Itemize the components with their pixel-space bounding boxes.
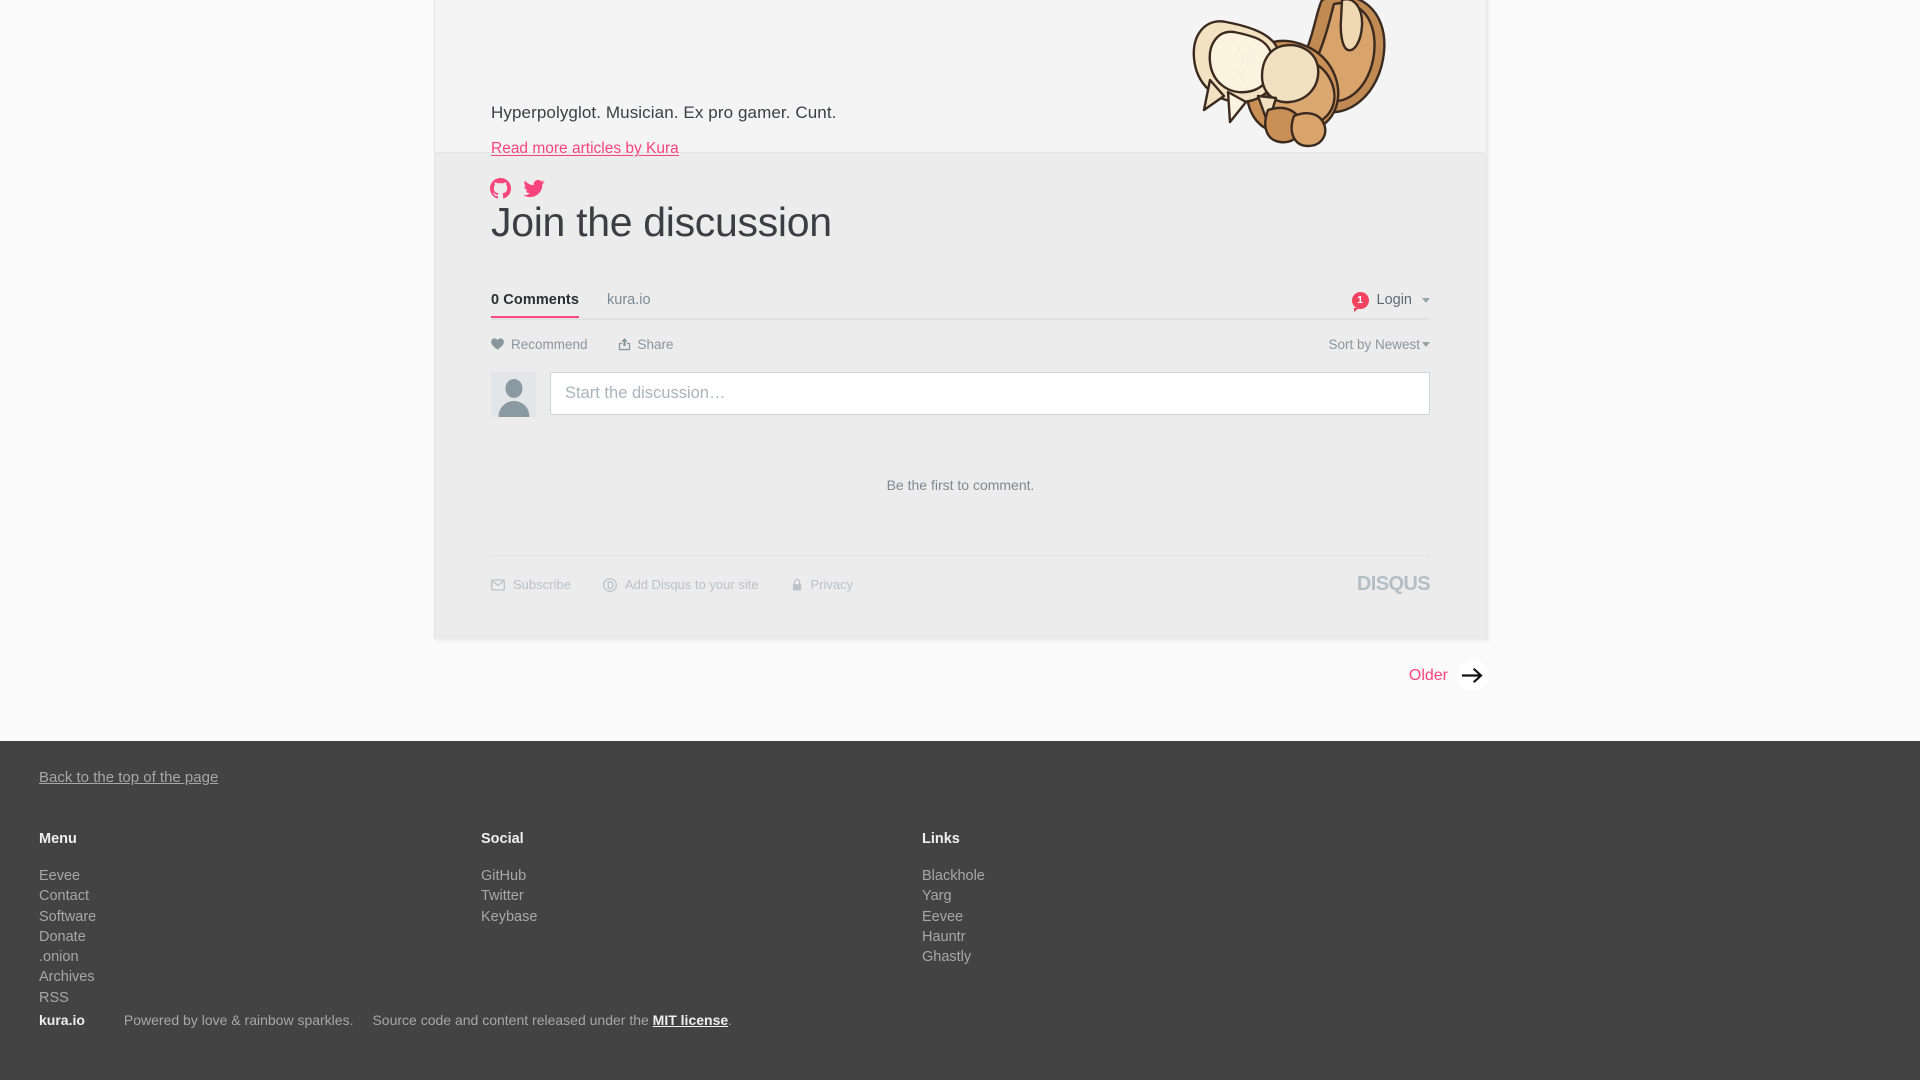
list-item[interactable]: Twitter xyxy=(481,886,922,906)
eevee-illustration xyxy=(1192,0,1386,148)
list-item[interactable]: Yarg xyxy=(922,886,1222,906)
add-disqus-label: Add Disqus to your site xyxy=(624,577,759,592)
heart-icon xyxy=(491,338,504,350)
footer-link-blackhole[interactable]: Blackhole xyxy=(922,868,985,884)
pagination: Older xyxy=(0,660,1920,691)
footer-link-archives[interactable]: Archives xyxy=(39,969,95,985)
subscribe-button[interactable]: Subscribe xyxy=(491,577,571,592)
list-item[interactable]: Donate xyxy=(39,927,481,947)
disqus-footer: Subscribe Add Disqus to your site Privac… xyxy=(491,555,1431,613)
page-root: Hyperpolyglot. Musician. Ex pro gamer. C… xyxy=(0,0,1920,1080)
footer-link-donate[interactable]: Donate xyxy=(39,929,86,945)
footer-tagline: Powered by love & rainbow sparkles. xyxy=(123,1012,354,1028)
footer-link-eevee[interactable]: Eevee xyxy=(922,909,963,925)
comment-input[interactable] xyxy=(550,372,1430,415)
subscribe-label: Subscribe xyxy=(513,577,571,592)
footer-columns: Menu Eevee Contact Software Donate .onio… xyxy=(39,831,1239,1008)
chevron-down-icon xyxy=(1422,341,1430,347)
list-item[interactable]: .onion xyxy=(39,947,481,967)
privacy-label: Privacy xyxy=(810,577,854,592)
footer-link-contact[interactable]: Contact xyxy=(39,888,89,904)
list-item[interactable]: Eevee xyxy=(39,866,481,886)
site-brand: kura.io xyxy=(39,1012,85,1028)
list-item[interactable]: Hauntr xyxy=(922,927,1222,947)
author-social-row xyxy=(490,178,545,199)
envelope-icon xyxy=(491,578,505,591)
login-label: Login xyxy=(1376,292,1412,308)
author-bio: Hyperpolyglot. Musician. Ex pro gamer. C… xyxy=(491,103,837,122)
disqus-logo: DISQUS xyxy=(1356,573,1431,595)
list-item[interactable]: Contact xyxy=(39,886,481,906)
disqus-d-icon xyxy=(602,577,617,592)
list-item[interactable]: Archives xyxy=(39,967,481,987)
empty-state-message: Be the first to comment. xyxy=(886,477,1035,493)
sort-dropdown[interactable]: Sort by Newest xyxy=(1328,337,1430,352)
older-link[interactable] xyxy=(1457,660,1488,691)
privacy-button[interactable]: Privacy xyxy=(791,577,854,592)
footer-column-links: Links Blackhole Yarg Eevee Hauntr Ghastl… xyxy=(922,831,1222,1008)
chevron-down-icon xyxy=(1422,297,1430,303)
footer-link-github[interactable]: GitHub xyxy=(481,868,526,884)
notification-badge: 1 xyxy=(1351,291,1369,312)
footer-heading-social: Social xyxy=(481,831,524,847)
lock-icon xyxy=(792,578,801,590)
footer-column-social: Social GitHub Twitter Keybase xyxy=(481,831,922,1008)
disqus-heading: Join the discussion xyxy=(491,199,832,245)
footer-link-twitter[interactable]: Twitter xyxy=(481,888,524,904)
github-icon[interactable] xyxy=(490,178,511,199)
tab-comments[interactable]: 0 Comments xyxy=(491,292,580,318)
site-footer: Back to the top of the page Menu Eevee C… xyxy=(0,741,1920,1080)
footer-link-yarg[interactable]: Yarg xyxy=(922,888,952,904)
footer-link-eevee[interactable]: Eevee xyxy=(39,868,80,884)
disqus-tabbar: 0 Comments kura.io 1 Login xyxy=(491,290,1430,320)
footer-list-social: GitHub Twitter Keybase xyxy=(481,866,922,927)
avatar xyxy=(491,372,536,417)
footer-column-menu: Menu Eevee Contact Software Donate .onio… xyxy=(39,831,481,1008)
footer-heading-menu: Menu xyxy=(39,831,77,847)
list-item[interactable]: Software xyxy=(39,907,481,927)
footer-link-rss[interactable]: RSS xyxy=(39,990,69,1006)
twitter-icon[interactable] xyxy=(523,178,545,199)
read-more-articles-link[interactable]: Read more articles by Kura xyxy=(491,140,679,158)
list-item[interactable]: Keybase xyxy=(481,907,922,927)
footer-heading-links: Links xyxy=(922,831,960,847)
login-button[interactable]: 1 Login xyxy=(1351,291,1430,317)
back-to-top-link[interactable]: Back to the top of the page xyxy=(39,769,218,786)
disqus-widget: Join the discussion 0 Comments kura.io 1… xyxy=(435,152,1486,639)
list-item[interactable]: GitHub xyxy=(481,866,922,886)
footer-list-menu: Eevee Contact Software Donate .onion Arc… xyxy=(39,866,481,1008)
license-prefix: Source code and content released under t… xyxy=(372,1012,649,1028)
license-suffix: . xyxy=(728,1012,733,1028)
footer-link-ghastly[interactable]: Ghastly xyxy=(922,949,971,965)
footer-license: Source code and content released under t… xyxy=(372,1012,732,1028)
list-item[interactable]: Blackhole xyxy=(922,866,1222,886)
recommend-button[interactable]: Recommend xyxy=(491,337,588,352)
tab-site[interactable]: kura.io xyxy=(607,292,651,316)
sort-label: Sort by Newest xyxy=(1328,336,1420,352)
author-block: Hyperpolyglot. Musician. Ex pro gamer. C… xyxy=(435,0,1486,199)
mit-license-link[interactable]: MIT license xyxy=(653,1012,728,1028)
older-label: Older xyxy=(1408,666,1448,684)
footer-link-software[interactable]: Software xyxy=(39,909,96,925)
arrow-right-icon xyxy=(1461,667,1483,684)
footer-bottom-bar: kura.io Powered by love & rainbow sparkl… xyxy=(39,1012,732,1028)
footer-link-keybase[interactable]: Keybase xyxy=(481,909,537,925)
list-item[interactable]: Eevee xyxy=(922,907,1222,927)
share-button[interactable]: Share xyxy=(618,337,674,352)
share-icon xyxy=(618,337,630,350)
recommend-label: Recommend xyxy=(511,336,588,352)
comment-composer xyxy=(491,372,1430,417)
footer-link-hauntr[interactable]: Hauntr xyxy=(922,929,966,945)
disqus-actions: Recommend Share Sort by Newest xyxy=(491,322,1430,366)
article-card: Hyperpolyglot. Musician. Ex pro gamer. C… xyxy=(434,0,1487,639)
share-label: Share xyxy=(637,336,674,352)
footer-link-onion[interactable]: .onion xyxy=(39,949,79,965)
list-item[interactable]: Ghastly xyxy=(922,947,1222,967)
add-disqus-button[interactable]: Add Disqus to your site xyxy=(602,577,759,592)
footer-list-links: Blackhole Yarg Eevee Hauntr Ghastly xyxy=(922,866,1222,967)
list-item[interactable]: RSS xyxy=(39,988,481,1008)
